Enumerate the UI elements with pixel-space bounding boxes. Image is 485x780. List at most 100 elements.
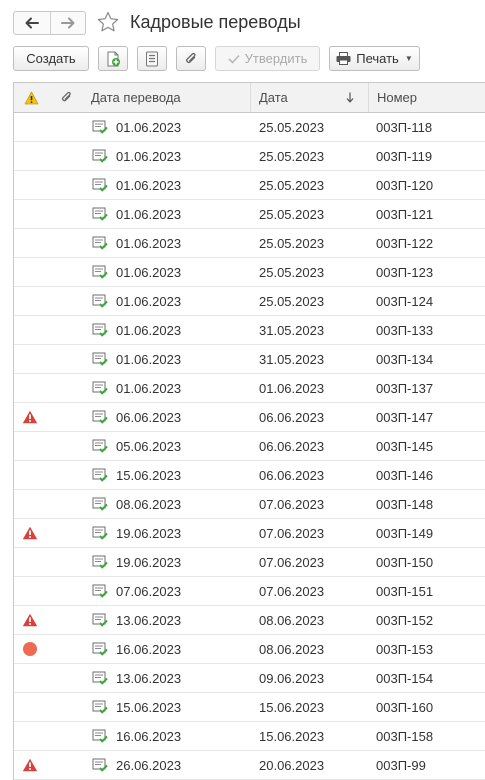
approve-button-label: Утвердить xyxy=(244,51,308,66)
back-button[interactable] xyxy=(14,12,50,34)
attachments-button[interactable] xyxy=(176,46,206,71)
transfers-table[interactable]: Дата перевода Дата Номер 01.06.2023 25.05… xyxy=(13,82,485,780)
cell-number: 003П-151 xyxy=(376,583,434,599)
table-row[interactable]: 13.06.2023 09.06.2023 003П-154 xyxy=(14,664,485,693)
approved-document-icon xyxy=(92,497,108,511)
table-row[interactable]: 16.06.2023 15.06.2023 003П-158 xyxy=(14,722,485,751)
table-row[interactable]: 08.06.2023 07.06.2023 003П-148 xyxy=(14,490,485,519)
table-row[interactable]: 01.06.2023 25.05.2023 003П-119 xyxy=(14,142,485,171)
cell-number: 003П-158 xyxy=(376,728,434,744)
approve-button[interactable]: Утвердить xyxy=(215,46,320,71)
table-row[interactable]: 19.06.2023 07.06.2023 003П-150 xyxy=(14,548,485,577)
cell-transfer-date: 15.06.2023 xyxy=(116,467,182,483)
cell-number: 003П-119 xyxy=(376,148,433,164)
cell-transfer-date: 16.06.2023 xyxy=(116,641,182,657)
print-button[interactable]: Печать ▼ xyxy=(329,46,420,71)
table-row[interactable]: 01.06.2023 25.05.2023 003П-120 xyxy=(14,171,485,200)
table-row[interactable]: 26.06.2023 20.06.2023 003П-99 xyxy=(14,751,485,780)
document-add-icon xyxy=(107,51,120,66)
cell-number: 003П-122 xyxy=(376,235,434,251)
approved-document-icon xyxy=(92,120,108,134)
approved-document-icon xyxy=(92,149,108,163)
cell-transfer-date: 01.06.2023 xyxy=(116,380,182,396)
warning-icon xyxy=(24,91,39,104)
list-view-button[interactable] xyxy=(137,46,167,71)
cell-number: 003П-133 xyxy=(376,322,434,338)
cell-date: 25.05.2023 xyxy=(259,177,325,193)
approved-document-icon xyxy=(92,526,108,540)
approved-document-icon xyxy=(92,294,108,308)
cell-number: 003П-160 xyxy=(376,699,434,715)
table-row[interactable]: 16.06.2023 08.06.2023 003П-153 xyxy=(14,635,485,664)
warning-icon xyxy=(22,613,38,627)
cell-transfer-date: 08.06.2023 xyxy=(116,496,182,512)
approved-document-icon xyxy=(92,381,108,395)
approved-document-icon xyxy=(92,265,108,279)
cell-number: 003П-124 xyxy=(376,293,434,309)
forward-button[interactable] xyxy=(49,12,86,34)
navigation-buttons xyxy=(13,11,86,35)
approved-document-icon xyxy=(92,439,108,453)
list-icon xyxy=(146,51,158,66)
cell-number: 003П-153 xyxy=(376,641,434,657)
create-button-label: Создать xyxy=(26,51,76,66)
cell-date: 25.05.2023 xyxy=(259,264,325,280)
printer-icon xyxy=(336,52,351,65)
cell-number: 003П-134 xyxy=(376,351,434,367)
column-header-transfer-date[interactable]: Дата перевода xyxy=(84,83,250,112)
approved-document-icon xyxy=(92,729,108,743)
create-button[interactable]: Создать xyxy=(13,46,89,71)
table-row[interactable]: 01.06.2023 25.05.2023 003П-123 xyxy=(14,258,485,287)
page-title: Кадровые переводы xyxy=(130,12,301,32)
cell-number: 003П-154 xyxy=(376,670,434,686)
approved-document-icon xyxy=(92,236,108,250)
warning-icon xyxy=(22,758,38,772)
table-row[interactable]: 01.06.2023 25.05.2023 003П-124 xyxy=(14,287,485,316)
column-header-warnings[interactable] xyxy=(14,83,49,112)
favorite-button[interactable] xyxy=(96,10,120,34)
table-row[interactable]: 13.06.2023 08.06.2023 003П-152 xyxy=(14,606,485,635)
table-row[interactable]: 15.06.2023 15.06.2023 003П-160 xyxy=(14,693,485,722)
cell-transfer-date: 01.06.2023 xyxy=(116,177,182,193)
table-row[interactable]: 01.06.2023 25.05.2023 003П-122 xyxy=(14,229,485,258)
warning-icon xyxy=(22,410,38,424)
approved-document-icon xyxy=(92,584,108,598)
cell-transfer-date: 06.06.2023 xyxy=(116,409,182,425)
cell-transfer-date: 01.06.2023 xyxy=(116,351,182,367)
table-row[interactable]: 07.06.2023 07.06.2023 003П-151 xyxy=(14,577,485,606)
approved-document-icon xyxy=(92,671,108,685)
cell-date: 31.05.2023 xyxy=(259,351,325,367)
approved-document-icon xyxy=(92,758,108,772)
cell-number: 003П-146 xyxy=(376,467,434,483)
table-row[interactable]: 01.06.2023 31.05.2023 003П-134 xyxy=(14,345,485,374)
cell-date: 25.05.2023 xyxy=(259,235,325,251)
cell-transfer-date: 05.06.2023 xyxy=(116,438,182,454)
approved-document-icon xyxy=(92,207,108,221)
cell-date: 25.05.2023 xyxy=(259,206,325,222)
cell-date: 07.06.2023 xyxy=(259,496,325,512)
cell-number: 003П-120 xyxy=(376,177,434,193)
table-row[interactable]: 01.06.2023 01.06.2023 003П-137 xyxy=(14,374,485,403)
title-bar: Кадровые переводы xyxy=(0,0,485,44)
paperclip-icon xyxy=(186,52,196,63)
cell-number: 003П-149 xyxy=(376,525,434,541)
table-row[interactable]: 05.06.2023 06.06.2023 003П-145 xyxy=(14,432,485,461)
column-header-attachments[interactable] xyxy=(49,83,84,112)
table-row[interactable]: 01.06.2023 25.05.2023 003П-121 xyxy=(14,200,485,229)
approved-document-icon xyxy=(92,700,108,714)
table-row[interactable]: 06.06.2023 06.06.2023 003П-147 xyxy=(14,403,485,432)
cell-transfer-date: 01.06.2023 xyxy=(116,322,182,338)
column-header-number[interactable]: Номер xyxy=(368,83,485,112)
table-header: Дата перевода Дата Номер xyxy=(14,83,485,113)
table-row[interactable]: 15.06.2023 06.06.2023 003П-146 xyxy=(14,461,485,490)
cell-number: 003П-152 xyxy=(376,612,434,628)
column-header-date-label: Дата xyxy=(259,90,288,105)
table-row[interactable]: 01.06.2023 25.05.2023 003П-118 xyxy=(14,113,485,142)
table-row[interactable]: 19.06.2023 07.06.2023 003П-149 xyxy=(14,519,485,548)
cell-number: 003П-150 xyxy=(376,554,434,570)
table-row[interactable]: 01.06.2023 31.05.2023 003П-133 xyxy=(14,316,485,345)
create-based-on-button[interactable] xyxy=(98,46,128,71)
column-header-date[interactable]: Дата xyxy=(250,83,368,112)
cell-number: 003П-99 xyxy=(376,757,426,773)
cell-date: 08.06.2023 xyxy=(259,641,325,657)
